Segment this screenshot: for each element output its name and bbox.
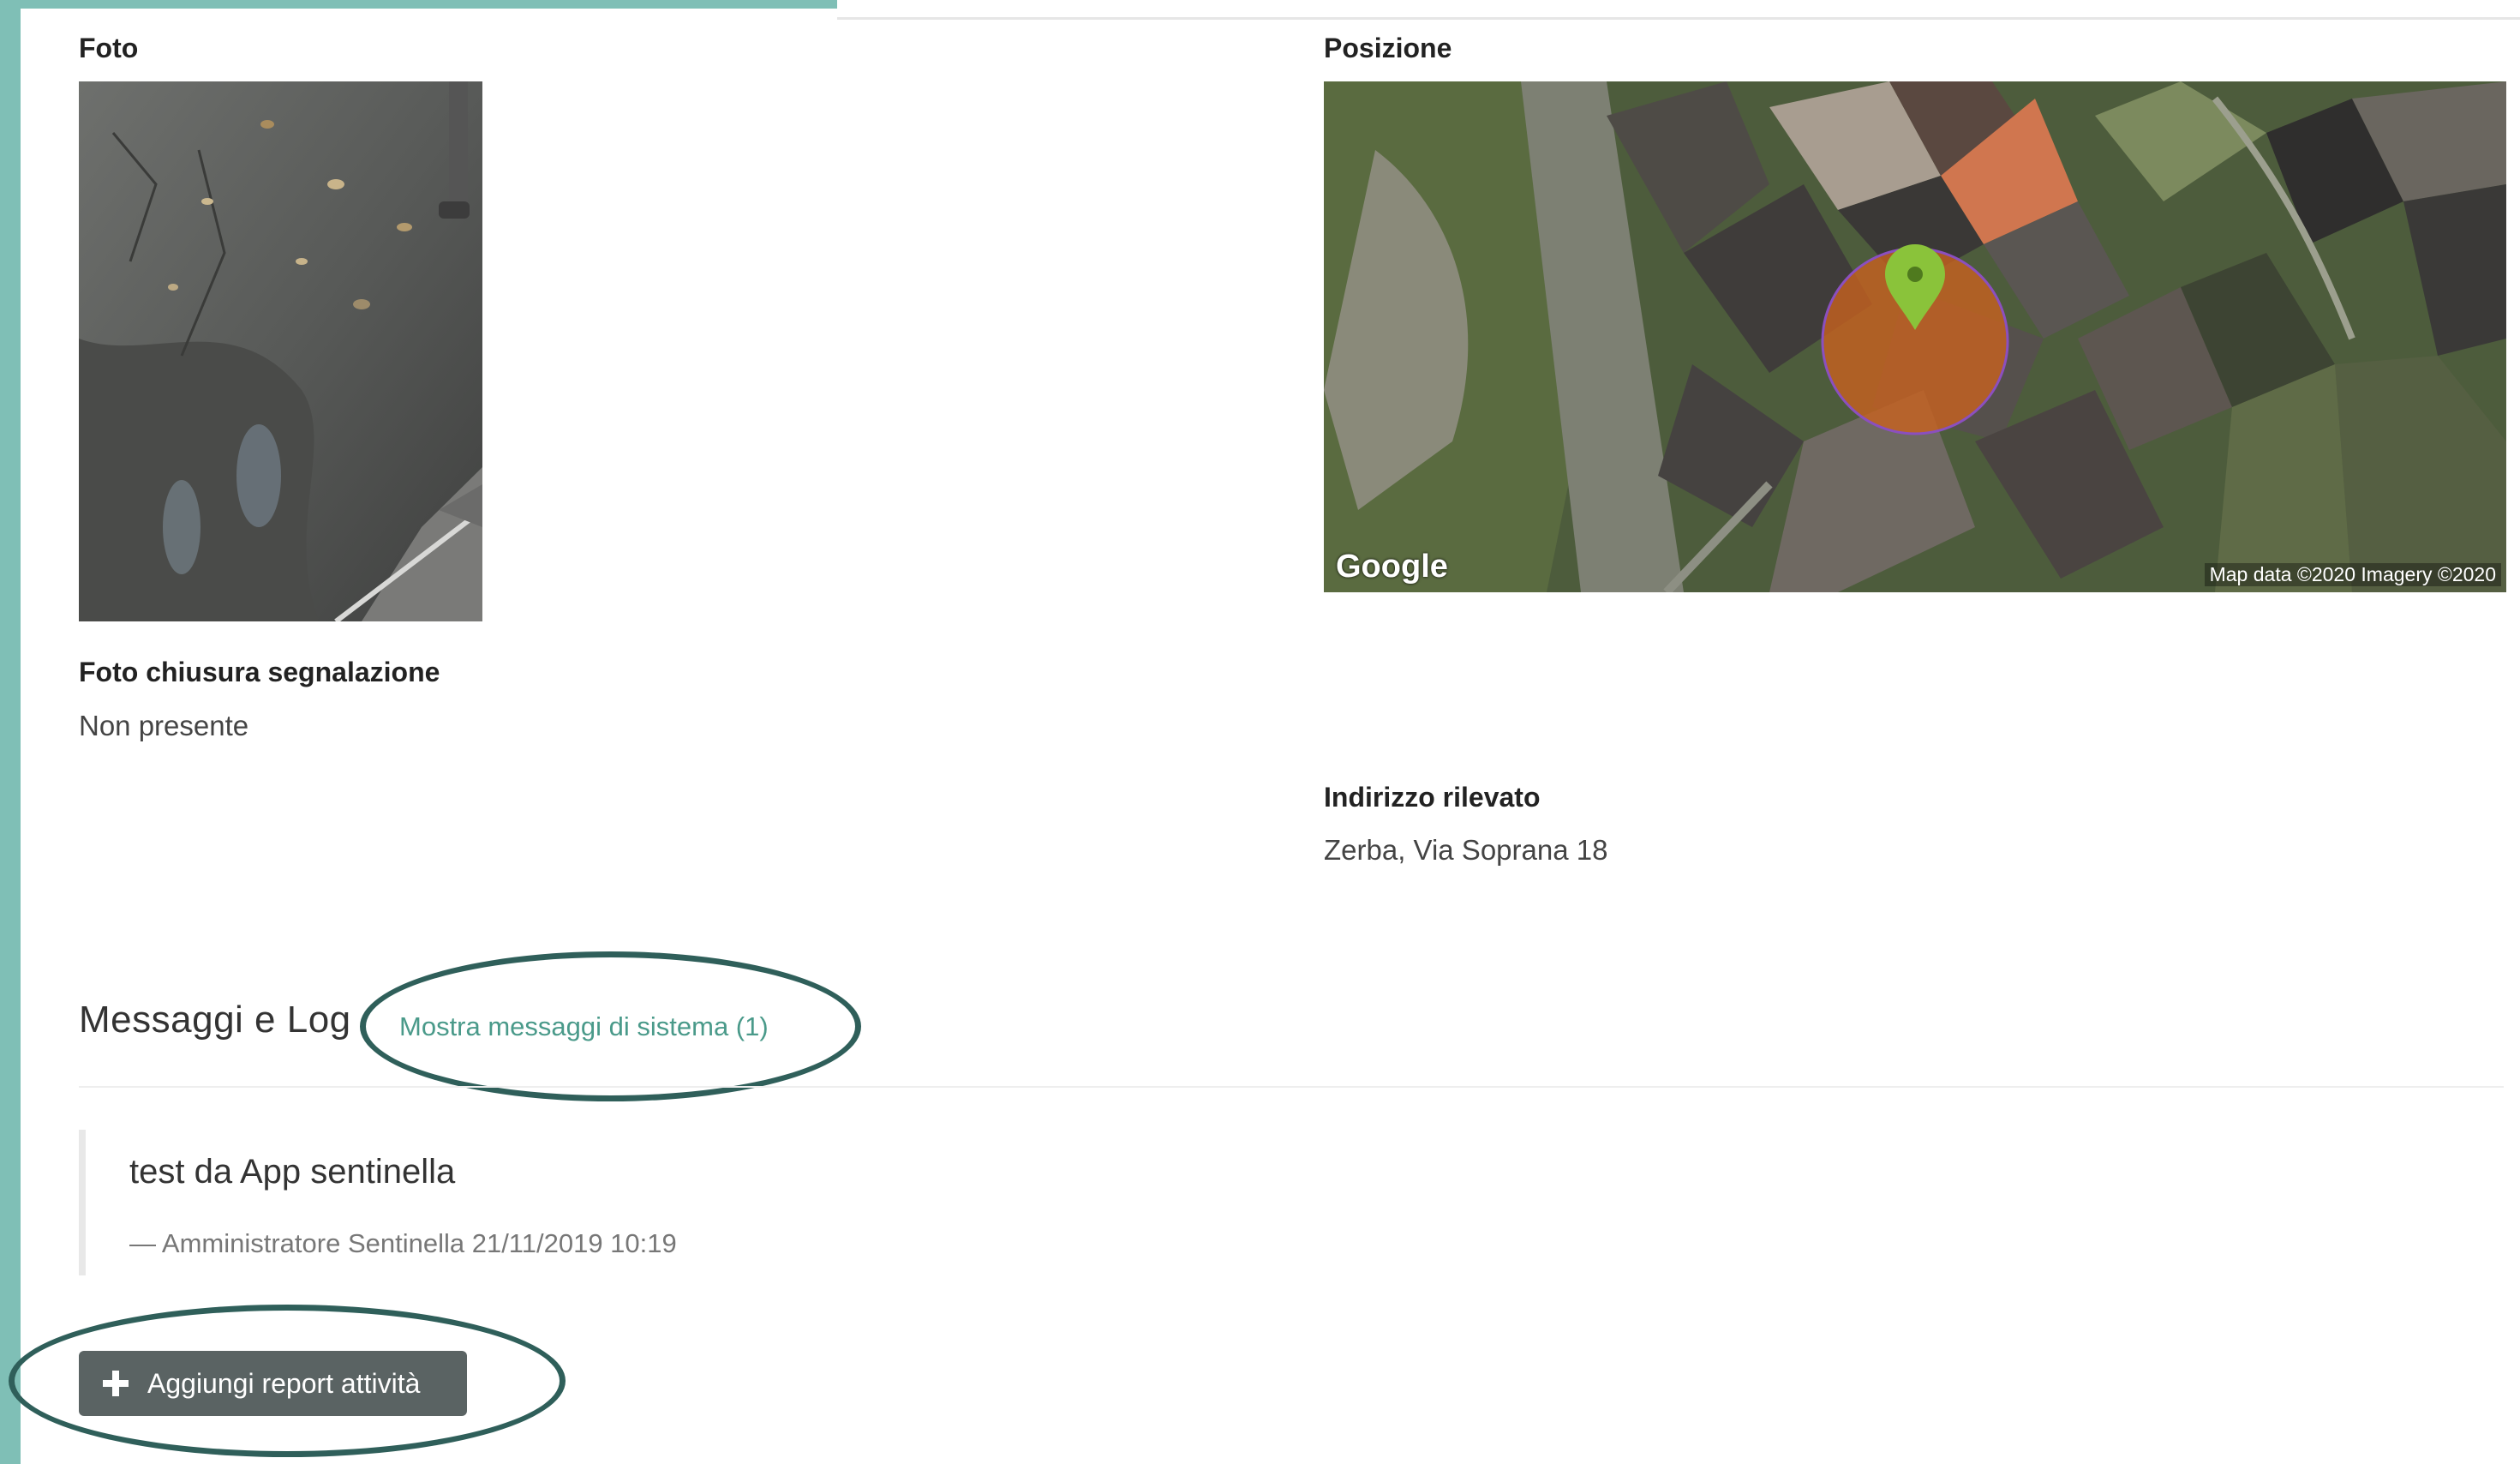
position-map[interactable]: Google Map data ©2020 Imagery ©2020 xyxy=(1324,81,2506,592)
closing-photo-value: Non presente xyxy=(79,710,249,741)
photo-label: Foto xyxy=(79,33,139,63)
message-meta: — Amministratore Sentinella 21/11/2019 1… xyxy=(129,1228,677,1258)
plus-icon xyxy=(103,1371,129,1396)
report-photo-image xyxy=(79,81,482,621)
message-quote-bar xyxy=(79,1130,86,1275)
closing-photo-label: Foto chiusura segnalazione xyxy=(79,657,440,687)
show-system-messages-link[interactable]: Mostra messaggi di sistema (1) xyxy=(399,1011,769,1042)
google-logo: Google xyxy=(1336,549,1448,585)
accent-sidebar-strip xyxy=(0,0,21,1464)
add-activity-report-label: Aggiungi report attività xyxy=(147,1367,421,1399)
messages-section-title: Messaggi e Log xyxy=(79,999,351,1041)
report-photo[interactable] xyxy=(79,81,482,621)
map-overlays xyxy=(1821,244,2009,435)
address-value: Zerba, Via Soprana 18 xyxy=(1324,834,1608,866)
position-label: Posizione xyxy=(1324,33,1452,63)
message-text: test da App sentinella xyxy=(129,1153,456,1191)
add-activity-report-button[interactable]: Aggiungi report attività xyxy=(79,1351,467,1416)
messages-divider xyxy=(79,1086,2504,1088)
address-label: Indirizzo rilevato xyxy=(1324,782,1541,813)
top-divider xyxy=(837,17,2520,20)
map-attribution[interactable]: Map data ©2020 Imagery ©2020 xyxy=(2204,563,2501,586)
accent-top-strip xyxy=(21,0,837,9)
